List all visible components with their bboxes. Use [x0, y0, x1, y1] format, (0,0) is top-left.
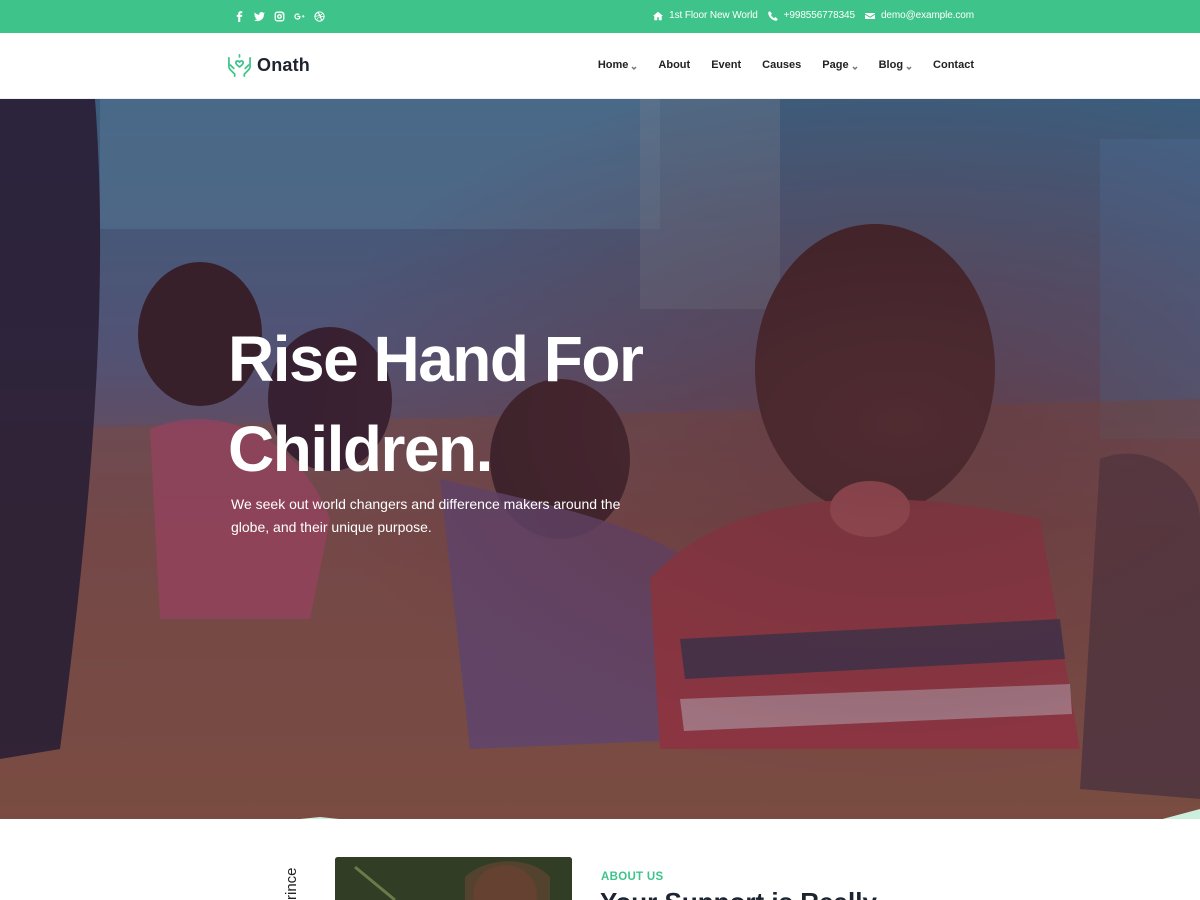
envelope-icon — [864, 12, 875, 19]
nav-item-label: Home — [597, 59, 629, 71]
dribbble-icon[interactable] — [314, 9, 325, 23]
chevron-down-icon — [631, 62, 637, 71]
social-links — [234, 9, 325, 23]
top-bar: 1st Floor New World +998556778345 demo@e… — [0, 0, 1200, 33]
hero-title-line-1: Rise Hand For — [228, 323, 644, 395]
instagram-icon[interactable] — [274, 9, 285, 23]
hero-title-line-2: Children. — [228, 413, 493, 485]
nav-item-label: About — [658, 59, 691, 71]
about-image — [335, 857, 572, 900]
chevron-down-icon — [906, 62, 912, 71]
home-icon — [653, 11, 664, 20]
phone-icon — [767, 10, 778, 21]
brand-name: Onath — [257, 55, 310, 75]
email-text: demo@example.com — [880, 10, 974, 21]
nav-item-label: Blog — [878, 59, 904, 71]
nav-item-about[interactable]: About — [658, 59, 690, 71]
hero-description: We seek out world changers and differenc… — [231, 496, 621, 535]
nav-item-label: Causes — [762, 59, 802, 71]
contact-info: 1st Floor New World +998556778345 demo@e… — [653, 10, 974, 21]
nav-item-causes[interactable]: Causes — [762, 59, 801, 71]
address-text: 1st Floor New World — [669, 10, 758, 21]
facebook-icon[interactable] — [234, 9, 245, 23]
address-item: 1st Floor New World — [653, 10, 758, 21]
hands-heart-logo-icon — [228, 54, 251, 77]
about-kicker: ABOUT US — [601, 871, 664, 883]
about-heading: Your Support is Really — [600, 887, 877, 900]
nav-item-blog[interactable]: Blog — [879, 59, 912, 71]
twitter-icon[interactable] — [254, 9, 265, 23]
nav-item-label: Contact — [933, 59, 974, 71]
nav-item-label: Event — [711, 59, 742, 71]
hero-title: Rise Hand For Children. — [228, 314, 728, 494]
google-plus-icon[interactable] — [294, 9, 305, 23]
chevron-down-icon — [852, 62, 858, 71]
nav-item-home[interactable]: Home — [598, 59, 638, 71]
nav-item-event[interactable]: Event — [711, 59, 741, 71]
vertical-section-label: rince — [283, 867, 300, 900]
hero-section: Rise Hand For Children. We seek out worl… — [0, 99, 1200, 819]
phone-text: +998556778345 — [783, 10, 855, 21]
nav-item-contact[interactable]: Contact — [933, 59, 974, 71]
phone-item[interactable]: +998556778345 — [767, 10, 855, 21]
logo[interactable]: Onath — [227, 53, 310, 78]
main-nav: Home About Event Causes Page Blog Contac… — [577, 59, 974, 71]
email-item[interactable]: demo@example.com — [864, 10, 974, 21]
nav-item-page[interactable]: Page — [822, 59, 858, 71]
nav-item-label: Page — [822, 59, 849, 71]
site-header: Onath Home About Event Causes Page Blog … — [0, 33, 1200, 99]
hero-wave-divider — [300, 809, 1200, 819]
